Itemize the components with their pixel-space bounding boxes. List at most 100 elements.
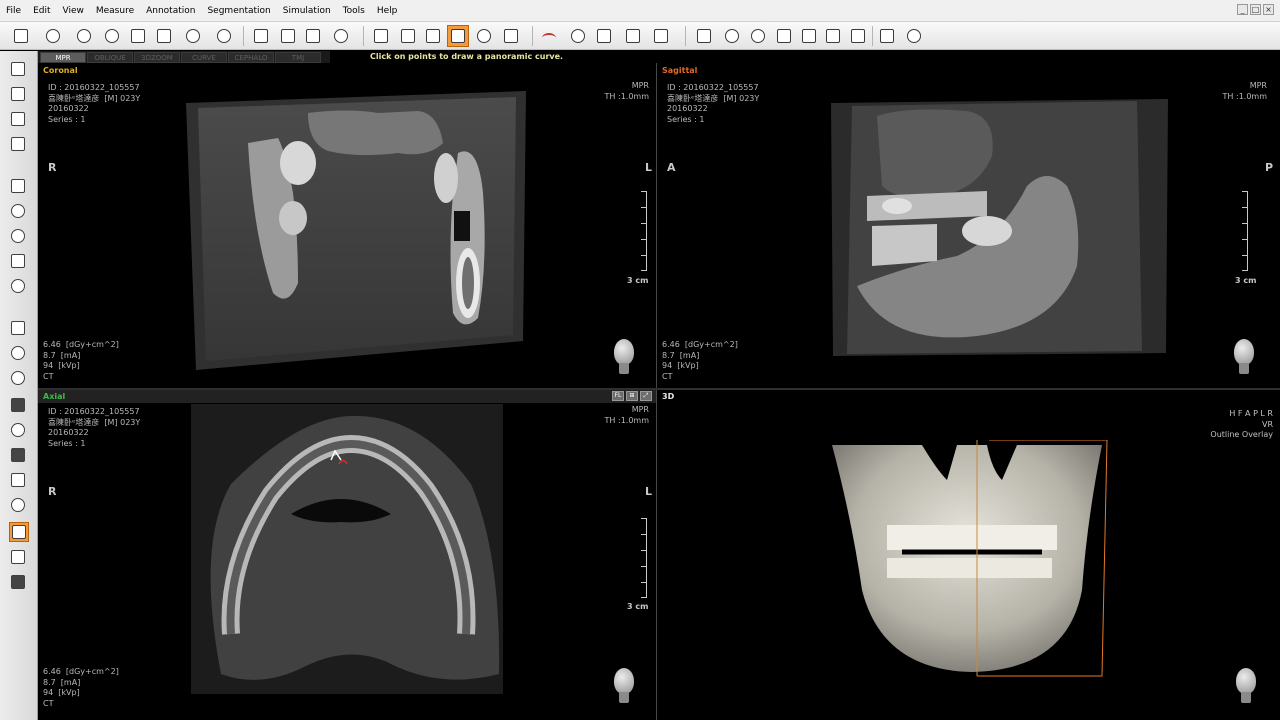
menu-bar: File Edit View Measure Annotation Segmen… [0,0,1280,22]
slice-info-axial: MPR TH :1.0mm [605,405,649,426]
undo-arrow-icon[interactable] [9,202,29,222]
tab-oblique[interactable]: OBLIQUE [87,52,133,63]
annotation-icon[interactable] [9,522,29,542]
pen-icon[interactable] [302,25,324,47]
patient-id: ID : 20160322_105557 [667,83,759,92]
grid-button[interactable]: ⊞ [626,391,638,401]
menu-file[interactable]: File [0,0,27,22]
nerve-icon[interactable] [622,25,644,47]
checker-icon[interactable] [9,573,29,593]
menu-simulation[interactable]: Simulation [277,0,337,22]
print-icon[interactable] [773,25,795,47]
print-icon[interactable] [9,135,29,155]
disc-icon[interactable] [747,25,769,47]
axial-view-controls: FL ⊞ ⤢ [612,391,652,401]
menu-edit[interactable]: Edit [27,0,56,22]
3d-viewport[interactable]: 3D H F A P L R VR Outline Overlay [657,390,1280,720]
scale-label-sagittal: 3 cm [1235,276,1257,285]
3d-skull-render [832,440,1108,677]
gradient-icon[interactable] [9,446,29,466]
main-toolbar [0,22,1280,50]
patient-name: 喜陳卧ᵉ塔達彦 [M] 023Y [667,93,760,103]
implant-icon[interactable] [650,25,672,47]
maximize-button[interactable]: ⤢ [640,391,652,401]
reset-icon[interactable] [9,277,29,297]
camera-icon[interactable] [693,25,715,47]
save-icon[interactable] [798,25,820,47]
window-level-icon[interactable] [9,396,29,416]
curve-icon[interactable] [538,25,560,47]
flip-icon[interactable] [9,548,29,568]
menu-measure[interactable]: Measure [90,0,140,22]
flip-button[interactable]: FL [612,391,624,401]
menu-help[interactable]: Help [371,0,404,22]
menu-segmentation[interactable]: Segmentation [201,0,276,22]
minimize-button[interactable]: _ [1237,4,1248,15]
patient-date: 20160322 [48,104,89,113]
modality-value: CT [662,371,673,381]
dental-arch-icon[interactable] [593,25,615,47]
user-icon[interactable] [721,25,743,47]
search-icon[interactable] [9,496,29,516]
tab-3dzoom[interactable]: 3DZOOM [134,52,180,63]
contrast-icon[interactable] [9,344,29,364]
3d-mode-icon[interactable] [101,25,123,47]
slice-info-sagittal: MPR TH :1.0mm [1223,81,1267,102]
ruler-icon[interactable] [10,25,32,47]
rotate-icon[interactable] [567,25,589,47]
import-icon[interactable] [9,85,29,105]
open-folder-icon[interactable] [9,60,29,80]
histogram-icon[interactable] [127,25,149,47]
head-orientation-icon[interactable] [1230,337,1258,375]
ma-value: 8.7 [mA] [43,677,81,687]
text-icon[interactable] [277,25,299,47]
delete-icon[interactable] [9,252,29,272]
coronal-viewport[interactable]: Coronal ID : 20160322_105557 喜陳卧ᵉ塔達彦 [M]… [38,63,656,388]
cloud-icon[interactable] [73,25,95,47]
angle-icon[interactable] [42,25,64,47]
viewport-title-axial: Axial [43,392,66,401]
scissors-icon[interactable] [903,25,925,47]
menu-annotation[interactable]: Annotation [140,0,201,22]
menu-tools[interactable]: Tools [337,0,371,22]
save-icon[interactable] [9,110,29,130]
note-icon[interactable] [370,25,392,47]
export-icon[interactable] [500,25,522,47]
patient-info-coronal: ID : 20160322_105557 喜陳卧ᵉ塔達彦 [M] 023Y 20… [48,83,140,125]
overlay-mode: Outline Overlay [1210,430,1273,439]
brightness-icon[interactable] [9,421,29,441]
grid-icon[interactable] [153,25,175,47]
settings-icon[interactable] [847,25,869,47]
mode-label: MPR [1249,81,1267,90]
tab-cephalo[interactable]: CEPHALO [228,52,274,63]
layout-icon[interactable] [9,471,29,491]
restore-button[interactable]: □ [1250,4,1261,15]
tab-curve[interactable]: CURVE [181,52,227,63]
surface-icon[interactable] [473,25,495,47]
zoom-icon[interactable] [9,369,29,389]
head-orientation-icon[interactable] [610,337,638,375]
redo-icon[interactable] [9,227,29,247]
menu-view[interactable]: View [57,0,90,22]
head-orientation-icon[interactable] [610,666,638,704]
thickness-label: TH :1.0mm [604,415,649,425]
image-icon[interactable] [422,25,444,47]
mode-label: MPR [631,405,649,414]
tab-tmj[interactable]: TMJ [275,52,321,63]
tools-icon[interactable] [876,25,898,47]
tab-mpr[interactable]: MPR [40,52,86,63]
head-orientation-icon[interactable] [1232,666,1260,704]
sagittal-viewport[interactable]: Sagittal ID : 20160322_105557 喜陳卧ᵉ塔達彦 [M… [657,63,1280,388]
patient-series: Series : 1 [667,114,705,124]
layer-icon[interactable] [447,25,469,47]
report-icon[interactable] [397,25,419,47]
hide-icon[interactable] [822,25,844,47]
axial-viewport[interactable]: Axial ID : 20160322_105557 喜陳卧ᵉ塔達彦 [M] 0… [38,390,656,720]
undo-icon[interactable] [9,177,29,197]
density-icon[interactable] [213,25,235,47]
shape-icon[interactable] [330,25,352,47]
close-button[interactable]: × [1263,4,1274,15]
select-arrow-icon[interactable] [250,25,272,47]
move-icon[interactable] [9,319,29,339]
globe-icon[interactable] [182,25,204,47]
